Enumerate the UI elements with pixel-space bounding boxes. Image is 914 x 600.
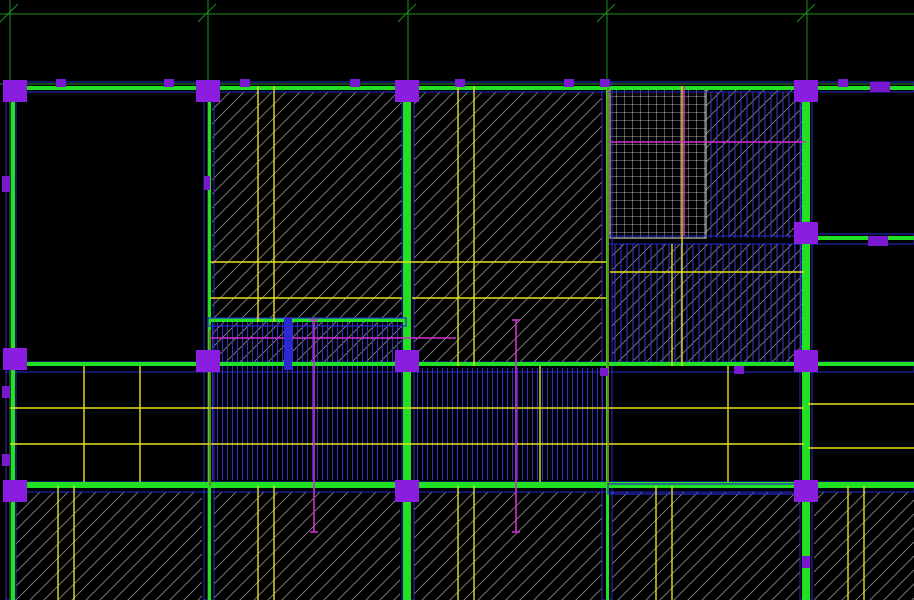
blue-hatch-c [612, 244, 802, 364]
beam-right-stub [812, 236, 914, 240]
column-7 [395, 350, 419, 372]
blue-hatch-e [210, 322, 400, 368]
column-marker-9 [870, 82, 890, 92]
column-marker-7 [600, 79, 610, 87]
beam-axis-3 [403, 88, 411, 600]
column-11 [794, 480, 818, 502]
column-6 [196, 350, 220, 372]
column-12 [794, 222, 818, 244]
slab-hatch-b [414, 92, 602, 362]
structural-plan [0, 0, 914, 600]
column-marker-8 [838, 79, 848, 87]
column-9 [3, 480, 27, 502]
column-marker-3 [240, 79, 250, 87]
column-marker-14 [734, 366, 744, 374]
cad-drawing-canvas[interactable] [0, 0, 914, 600]
column-marker-6 [564, 79, 574, 87]
column-8 [794, 350, 818, 372]
column-marker-2 [164, 79, 174, 87]
column-3 [395, 80, 419, 102]
column-1 [3, 80, 27, 102]
column-marker-17 [802, 556, 810, 568]
blue-accents [284, 318, 292, 370]
column-marker-10 [2, 176, 10, 192]
beam-inner-short [210, 318, 404, 322]
column-marker-15 [600, 368, 608, 376]
beam-axis-5 [802, 88, 810, 600]
column-10 [395, 480, 419, 502]
column-marker-11 [2, 386, 10, 398]
beam-mid [10, 362, 914, 366]
mesh-region [609, 87, 707, 239]
blue-hatch-d [708, 92, 802, 238]
slab-hatch-e [414, 492, 602, 600]
column-5 [3, 348, 27, 370]
column-marker-16 [868, 236, 888, 246]
column-marker-5 [455, 79, 465, 87]
column-4 [794, 80, 818, 102]
column-2 [196, 80, 220, 102]
column-marker-12 [2, 454, 10, 466]
beam-low [10, 482, 914, 488]
column-marker-4 [350, 79, 360, 87]
slab-hatch-f [612, 492, 800, 600]
slab-hatch-d [214, 492, 400, 600]
column-marker-1 [56, 79, 66, 87]
blue-hatch-a [210, 368, 402, 480]
beam-axis-1 [11, 88, 15, 600]
blue-hatch-b [414, 368, 606, 480]
slab-hatch-c [16, 492, 202, 600]
column-marker-13 [204, 176, 210, 190]
